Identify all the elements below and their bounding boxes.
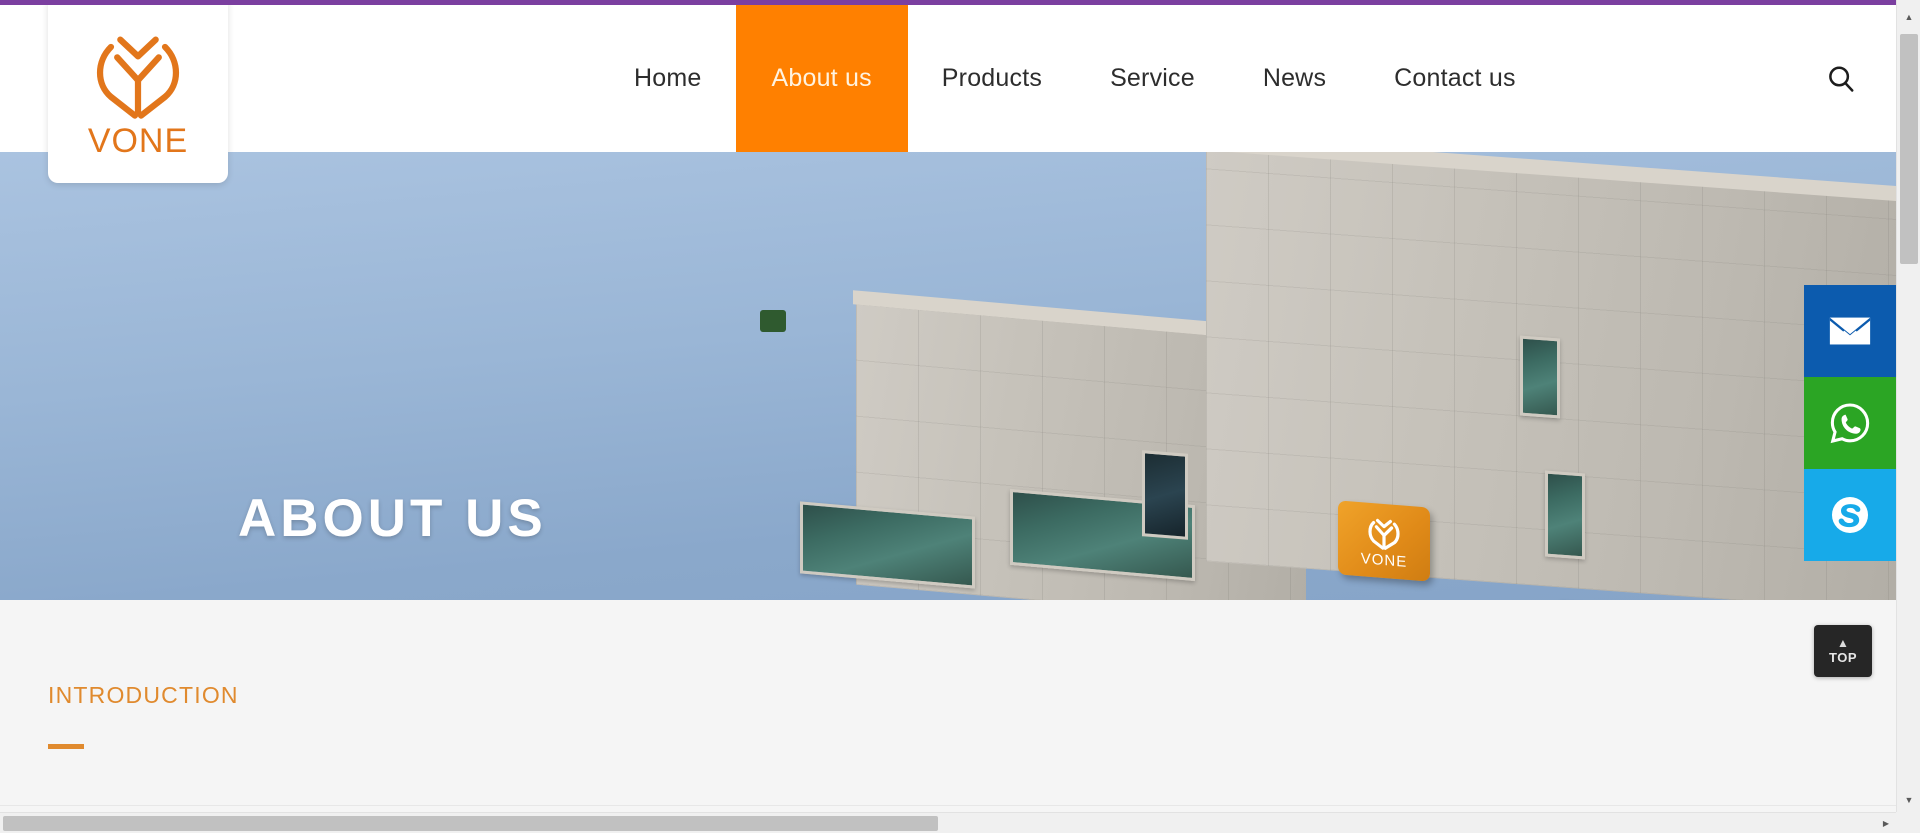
building-window-narrow xyxy=(1520,335,1560,419)
whatsapp-icon xyxy=(1830,403,1870,444)
chevron-up-icon: ▲ xyxy=(1837,635,1849,650)
hero-banner: VONE ABOUT US xyxy=(0,152,1896,600)
rooftop-object xyxy=(760,310,786,332)
floating-social-bar xyxy=(1804,285,1896,561)
vone-leaf-logo-icon xyxy=(96,36,180,119)
hero-page-title: ABOUT US xyxy=(238,489,547,548)
scroll-right-arrow[interactable]: ▶ xyxy=(1876,813,1896,833)
scroll-down-arrow[interactable]: ▼ xyxy=(1897,788,1920,812)
nav-item-service[interactable]: Service xyxy=(1076,5,1229,152)
building-window-narrow xyxy=(1142,450,1188,540)
building-vone-sign: VONE xyxy=(1338,500,1430,582)
search-icon xyxy=(1829,66,1854,92)
envelope-icon xyxy=(1829,317,1871,345)
social-whatsapp-button[interactable] xyxy=(1804,377,1896,469)
horizontal-scrollbar-thumb[interactable] xyxy=(3,816,938,831)
building-window-narrow xyxy=(1545,470,1585,560)
section-divider xyxy=(0,805,1896,806)
nav-item-contact-us[interactable]: Contact us xyxy=(1360,5,1550,152)
section-title-underline xyxy=(48,744,84,749)
section-title-introduction: INTRODUCTION xyxy=(48,682,239,708)
browser-top-accent-bar xyxy=(0,0,1920,5)
introduction-section: INTRODUCTION xyxy=(0,600,1896,812)
back-to-top-label: TOP xyxy=(1829,649,1857,665)
nav-item-home[interactable]: Home xyxy=(600,5,736,152)
social-skype-button[interactable] xyxy=(1804,469,1896,561)
nav-item-about-us[interactable]: About us xyxy=(735,5,908,152)
logo-wordmark: VONE xyxy=(87,122,189,160)
horizontal-scrollbar[interactable]: ◀ ▶ xyxy=(0,812,1920,833)
building-sign-wordmark: VONE xyxy=(1360,550,1408,571)
building-window xyxy=(800,501,975,589)
browser-viewport: VONE Home About us Products Service News… xyxy=(0,0,1920,833)
back-to-top-button[interactable]: ▲ TOP xyxy=(1814,625,1872,677)
site-header: VONE Home About us Products Service News… xyxy=(0,5,1896,183)
vertical-scrollbar-thumb[interactable] xyxy=(1900,34,1918,264)
scrollbar-corner xyxy=(1896,812,1920,833)
skype-icon xyxy=(1831,496,1869,534)
search-button[interactable] xyxy=(1786,5,1896,152)
page-content: VONE Home About us Products Service News… xyxy=(0,5,1896,812)
vertical-scrollbar[interactable]: ▲ ▼ xyxy=(1896,0,1920,812)
scroll-up-arrow[interactable]: ▲ xyxy=(1897,5,1920,29)
nav-item-news[interactable]: News xyxy=(1229,5,1360,152)
social-email-button[interactable] xyxy=(1804,285,1896,377)
vone-leaf-logo-icon xyxy=(1368,518,1400,550)
site-logo[interactable]: VONE xyxy=(48,5,228,183)
nav-item-products[interactable]: Products xyxy=(908,5,1076,152)
main-navigation: Home About us Products Service News Cont… xyxy=(600,5,1550,152)
